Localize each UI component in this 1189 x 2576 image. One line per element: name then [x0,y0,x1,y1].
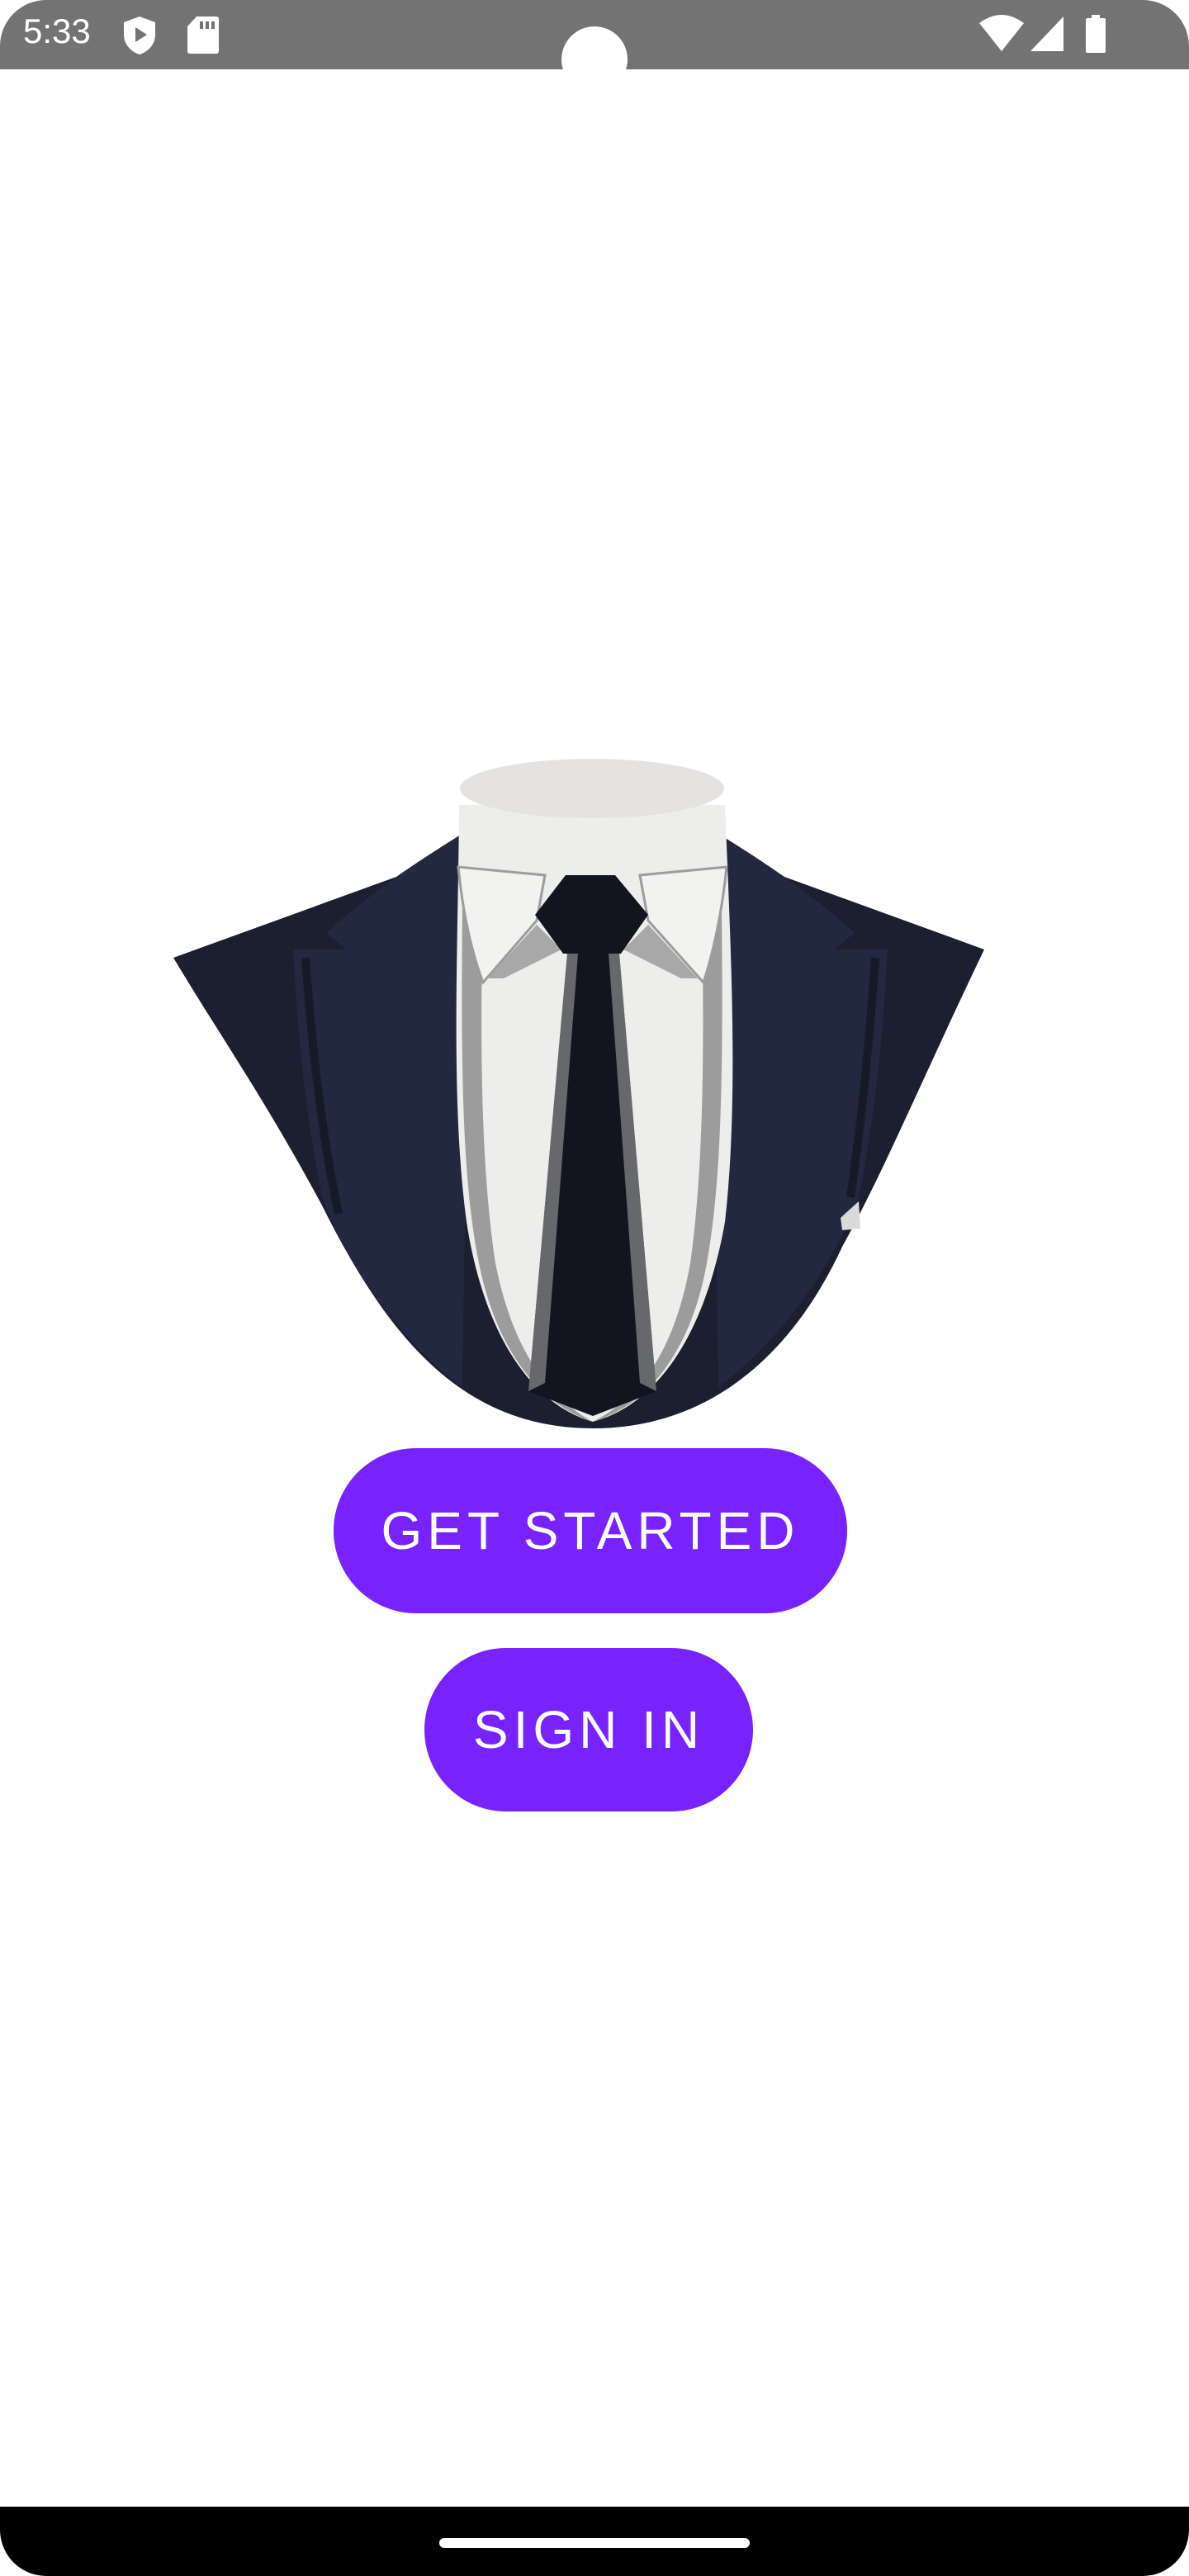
battery-icon [1086,15,1106,53]
home-indicator[interactable] [439,2538,750,2548]
sd-card-icon [187,17,219,54]
wifi-icon [979,15,1024,51]
sign-in-button[interactable]: SIGN IN [424,1648,753,1811]
get-started-button[interactable]: GET STARTED [334,1448,847,1613]
signal-icon [1030,17,1063,51]
status-time: 5:33 [23,12,91,50]
shield-play-icon [124,17,155,54]
status-bar: 5:33 [0,0,1189,92]
camera-notch [561,26,628,92]
suit-with-tie-illustration [173,759,984,1428]
